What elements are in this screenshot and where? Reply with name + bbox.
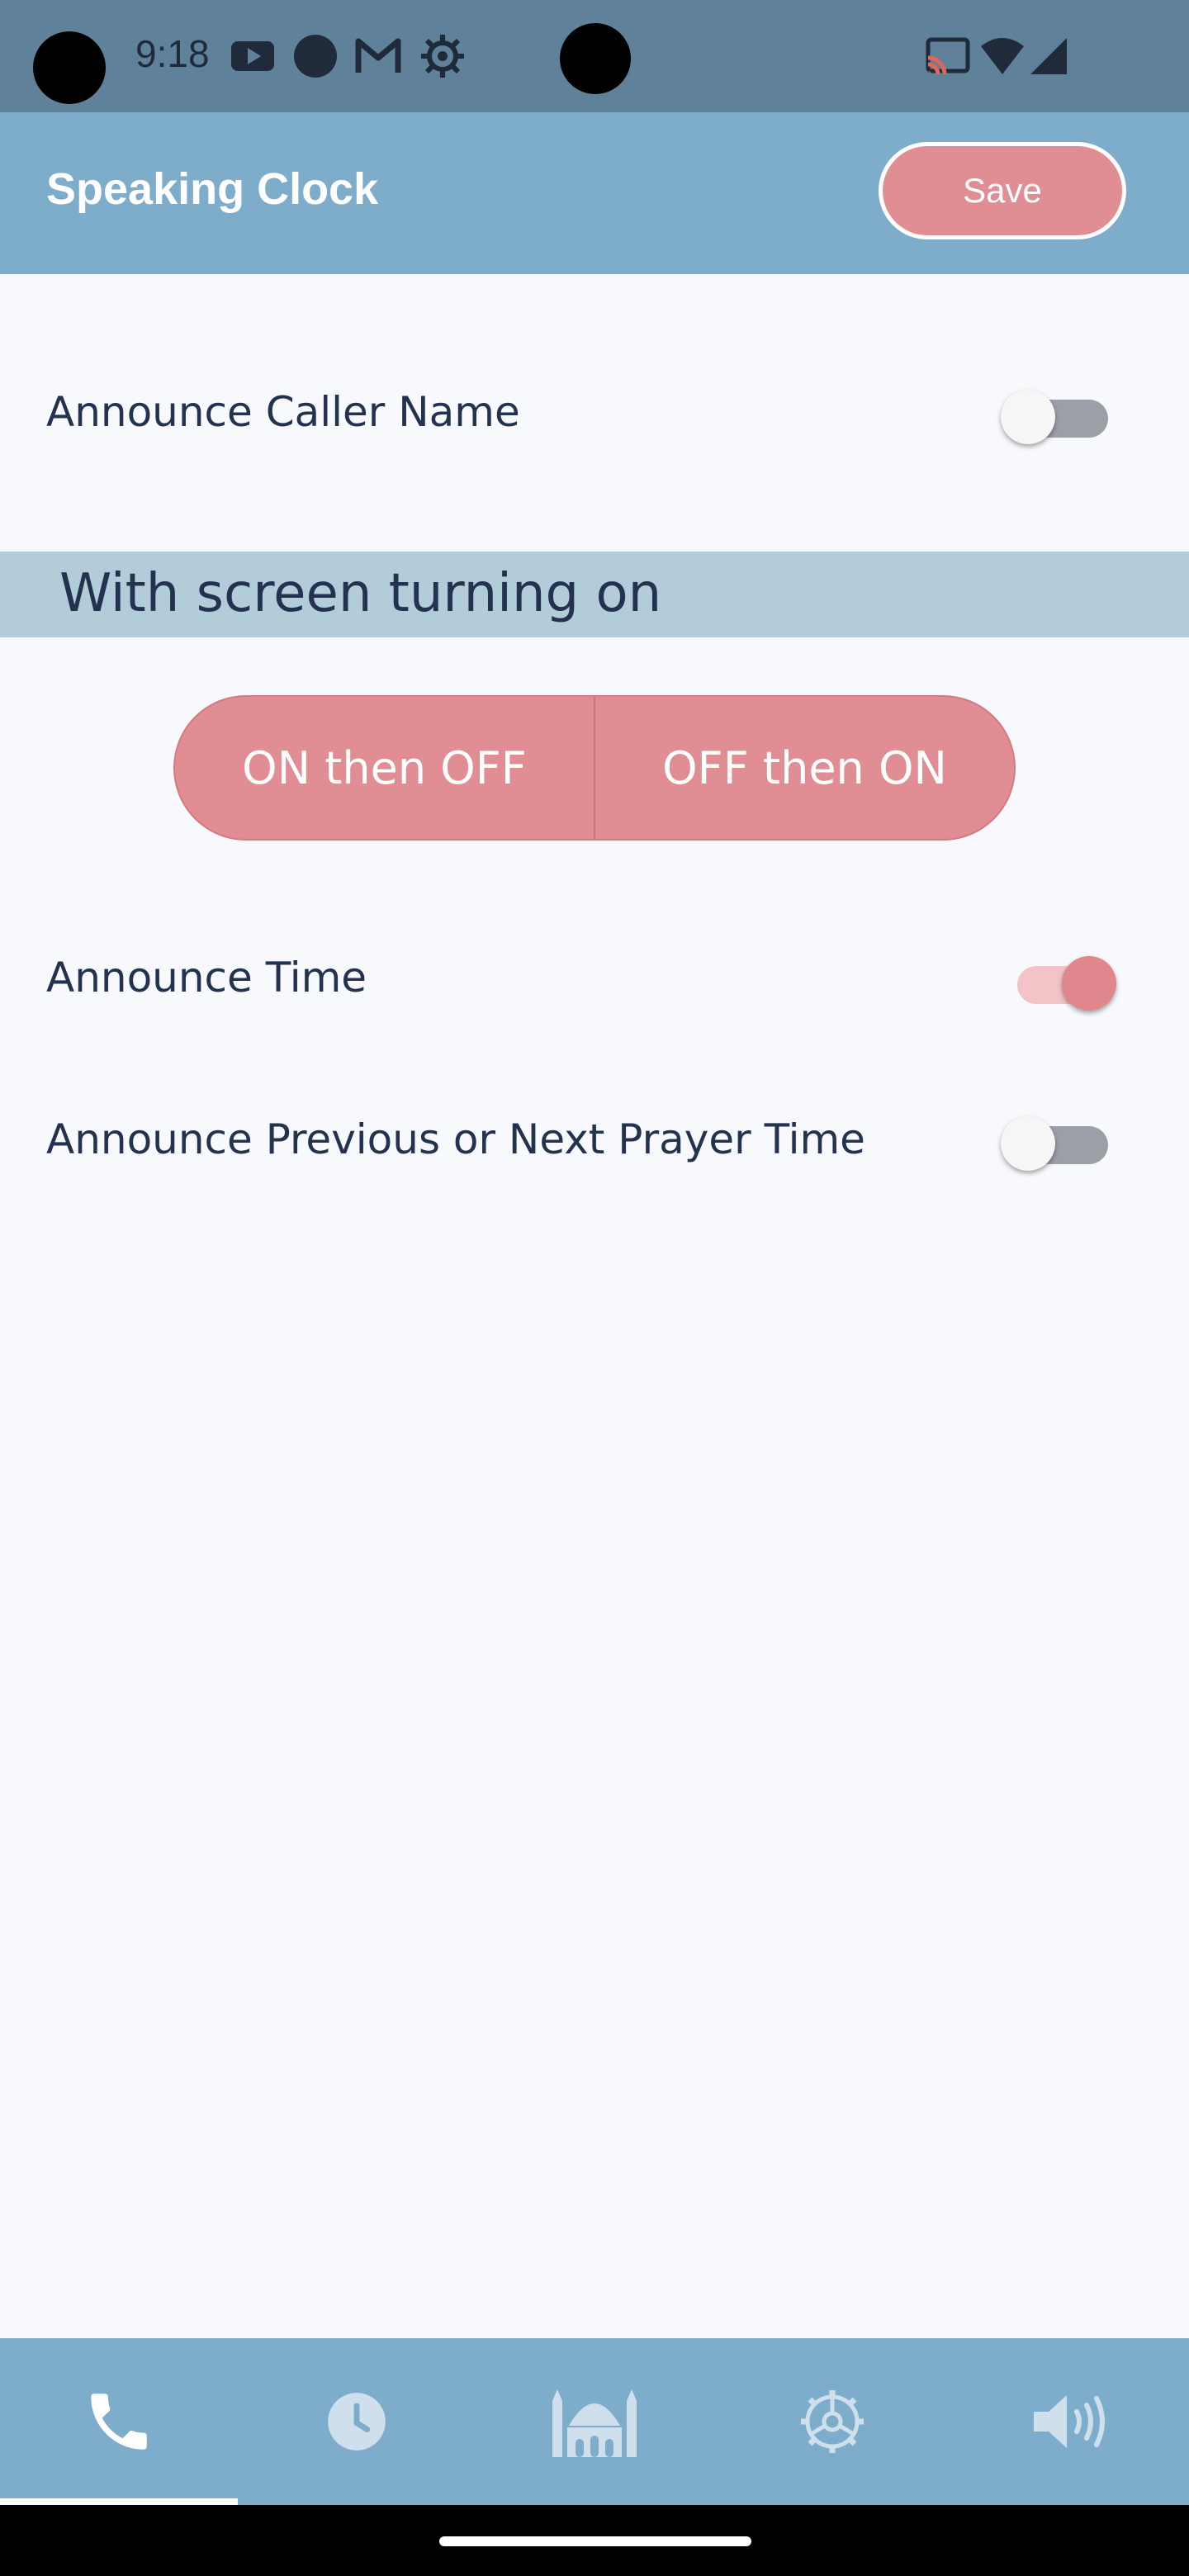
save-button[interactable]: Save: [879, 142, 1126, 239]
nav-phone[interactable]: [0, 2338, 238, 2505]
nav-selected-indicator: [0, 2498, 238, 2505]
nav-settings[interactable]: [713, 2338, 951, 2505]
volume-icon: [1034, 2395, 1105, 2448]
toggle-thumb: [1062, 956, 1116, 1011]
gesture-handle[interactable]: [439, 2536, 751, 2546]
announce-prayer-time-label: Announce Previous or Next Prayer Time: [46, 1115, 865, 1163]
status-time: 9:18: [135, 32, 210, 75]
announce-prayer-time-toggle[interactable]: [1001, 1106, 1116, 1172]
page-title: Speaking Clock: [46, 164, 379, 214]
cast-icon: [926, 37, 970, 75]
gmail-icon: [355, 38, 401, 73]
clock-icon: [328, 2393, 386, 2451]
nav-clock[interactable]: [238, 2338, 476, 2505]
wifi-icon: [981, 38, 1024, 74]
camera-cutout-left: [33, 31, 106, 104]
announce-time-toggle[interactable]: [1001, 946, 1116, 1012]
nav-volume[interactable]: [951, 2338, 1189, 2505]
screen-mode-segmented-control: ON then OFF OFF then ON: [173, 695, 1016, 841]
section-title: With screen turning on: [59, 563, 662, 624]
announce-caller-name-toggle[interactable]: [1001, 380, 1116, 446]
mosque-icon: [552, 2389, 637, 2457]
segment-on-then-off[interactable]: ON then OFF: [175, 697, 594, 839]
camera-cutout-center: [560, 23, 631, 94]
toggle-thumb: [1001, 1116, 1055, 1171]
toggle-thumb: [1001, 390, 1055, 444]
announce-caller-name-label: Announce Caller Name: [46, 388, 520, 436]
gear-icon: [421, 35, 464, 78]
circle-icon: [294, 35, 337, 78]
nav-mosque[interactable]: [476, 2338, 713, 2505]
youtube-icon: [231, 41, 274, 71]
announce-time-label: Announce Time: [46, 954, 367, 1002]
settings-icon: [801, 2390, 864, 2453]
signal-icon: [1030, 38, 1067, 74]
segment-off-then-on[interactable]: OFF then ON: [595, 697, 1014, 839]
phone-icon: [91, 2394, 147, 2450]
